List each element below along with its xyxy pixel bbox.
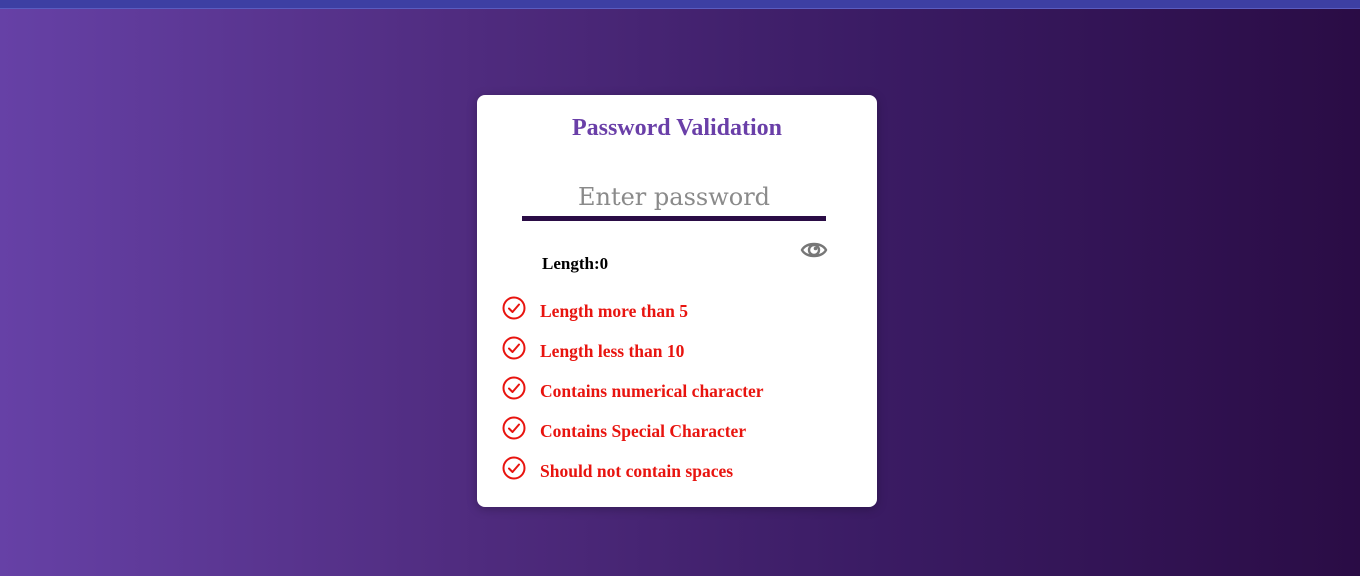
rule-label: Length more than 5 — [540, 301, 688, 321]
rule-max-length: Length less than 10 — [501, 335, 861, 375]
password-input[interactable] — [522, 177, 826, 221]
password-validation-card: Password Validation Length:0 Length more… — [477, 95, 877, 507]
check-circle-icon — [502, 336, 526, 360]
length-label: Length: — [542, 254, 600, 273]
rule-numeric: Contains numerical character — [501, 375, 861, 415]
rule-label: Contains Special Character — [540, 421, 747, 441]
rule-no-spaces: Should not contain spaces — [501, 455, 861, 495]
length-value: 0 — [599, 254, 609, 273]
check-circle-icon — [502, 376, 526, 400]
check-circle-icon — [502, 296, 526, 320]
rule-label: Length less than 10 — [540, 341, 685, 361]
browser-top-bar — [0, 0, 1360, 9]
rule-label: Should not contain spaces — [540, 461, 734, 481]
eye-icon[interactable] — [800, 236, 828, 264]
validation-rules-list: Length more than 5 Length less than 10 C… — [501, 295, 861, 495]
check-circle-icon — [502, 416, 526, 440]
rule-special-char: Contains Special Character — [501, 415, 861, 455]
rule-min-length: Length more than 5 — [501, 295, 861, 335]
rule-label: Contains numerical character — [540, 381, 764, 401]
length-indicator: Length:0 — [542, 254, 608, 274]
card-title: Password Validation — [571, 115, 783, 141]
check-circle-icon — [502, 456, 526, 480]
